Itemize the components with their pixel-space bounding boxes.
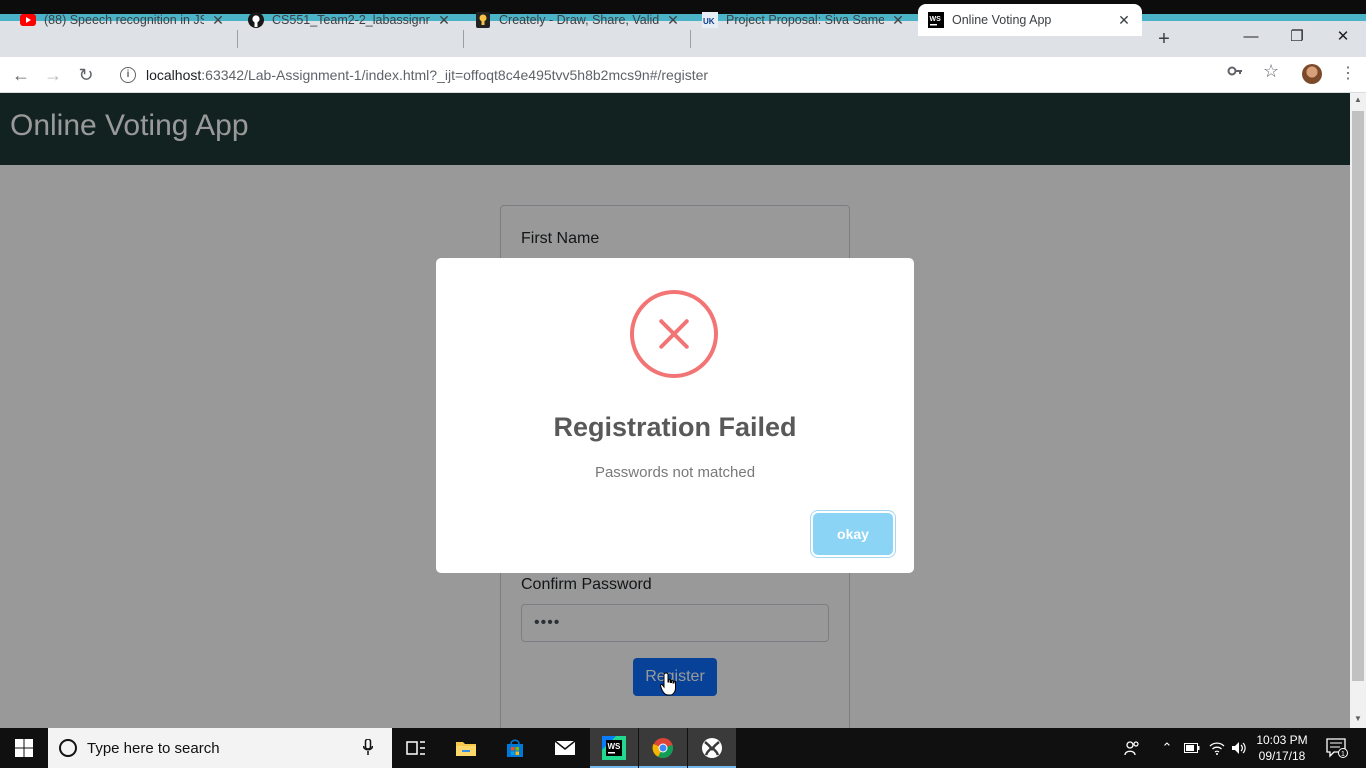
chrome-taskbar-icon[interactable] xyxy=(639,728,687,768)
tab-title: Project Proposal: Siva Sameer xyxy=(726,13,884,27)
dialog-title: Registration Failed xyxy=(553,412,797,442)
minimize-button[interactable]: — xyxy=(1228,24,1274,52)
windows-taskbar: Type here to search WS ⌃ 10:03 PM 09/17/… xyxy=(0,728,1366,768)
clock-time: 10:03 PM xyxy=(1256,733,1308,747)
tab-title: Creately - Draw, Share, Validat xyxy=(499,13,659,27)
volume-icon[interactable] xyxy=(1229,728,1249,768)
umkc-icon: UK xyxy=(702,12,718,28)
cortana-icon xyxy=(59,739,77,757)
notification-count: 1 xyxy=(1341,751,1345,758)
clock-date: 09/17/18 xyxy=(1258,749,1306,763)
scroll-down-arrow-icon[interactable]: ▼ xyxy=(1350,714,1366,726)
page-scrollbar[interactable]: ▲ ▼ xyxy=(1350,93,1366,728)
webstorm-taskbar-icon[interactable]: WS xyxy=(590,728,638,768)
notification-center-icon[interactable]: 1 xyxy=(1322,728,1352,768)
tab-close-icon[interactable]: ✕ xyxy=(210,12,226,28)
scrollbar-thumb[interactable] xyxy=(1352,111,1364,681)
tab-creately[interactable]: Creately - Draw, Share, Validat ✕ xyxy=(465,4,691,36)
site-info-icon[interactable]: i xyxy=(120,67,136,83)
tab-separator xyxy=(463,30,464,48)
menu-kebab-icon[interactable]: ⋮ xyxy=(1340,63,1356,83)
tab-title: CS551_Team2-2_labassignmen xyxy=(272,13,430,27)
svg-text:UK: UK xyxy=(703,17,715,26)
browser-toolbar: ← → ↻ i localhost:63342/Lab-Assignment-1… xyxy=(0,57,1366,93)
reload-icon[interactable]: ↻ xyxy=(73,62,99,88)
new-tab-button[interactable]: + xyxy=(1152,28,1176,52)
tab-project-proposal[interactable]: UK Project Proposal: Siva Sameer ✕ xyxy=(692,4,916,36)
tab-github[interactable]: CS551_Team2-2_labassignmen ✕ xyxy=(238,4,462,36)
tab-close-icon[interactable]: ✕ xyxy=(665,12,681,28)
tab-close-icon[interactable]: ✕ xyxy=(436,12,452,28)
chevron-up-icon[interactable]: ⌃ xyxy=(1158,728,1176,768)
close-window-button[interactable]: ✕ xyxy=(1320,24,1366,52)
taskbar-clock[interactable]: 10:03 PM 09/17/18 xyxy=(1252,732,1312,764)
error-dialog: Registration Failed Passwords not matche… xyxy=(436,258,914,573)
creately-icon xyxy=(475,12,491,28)
wifi-icon[interactable] xyxy=(1207,728,1227,768)
scroll-up-arrow-icon[interactable]: ▲ xyxy=(1350,95,1366,107)
svg-text:WS: WS xyxy=(930,16,942,23)
restore-button[interactable]: ❐ xyxy=(1274,24,1320,52)
hand-cursor-icon xyxy=(660,672,676,696)
youtube-icon xyxy=(20,12,36,28)
tab-separator xyxy=(690,30,691,48)
search-placeholder: Type here to search xyxy=(87,739,220,757)
task-view-icon[interactable] xyxy=(392,728,440,768)
tab-close-icon[interactable]: ✕ xyxy=(1116,12,1132,28)
microphone-icon[interactable] xyxy=(358,737,378,758)
key-icon[interactable] xyxy=(1227,63,1243,84)
people-icon[interactable] xyxy=(1120,728,1144,768)
webstorm-icon: WS xyxy=(928,12,944,28)
profile-avatar[interactable] xyxy=(1302,64,1322,84)
battery-icon[interactable] xyxy=(1182,728,1202,768)
taskbar-search-box[interactable]: Type here to search xyxy=(48,728,392,768)
github-icon xyxy=(248,12,264,28)
store-icon[interactable] xyxy=(491,728,539,768)
tab-speech-recognition[interactable]: (88) Speech recognition in JS | ✕ xyxy=(10,4,236,36)
address-bar[interactable]: i localhost:63342/Lab-Assignment-1/index… xyxy=(110,60,1290,90)
error-x-icon xyxy=(630,290,718,378)
okay-button[interactable]: okay xyxy=(813,513,893,555)
tab-title: Online Voting App xyxy=(952,13,1052,27)
svg-text:WS: WS xyxy=(608,742,622,751)
dialog-message: Passwords not matched xyxy=(594,464,756,481)
url-path: :63342/Lab-Assignment-1/index.html?_ijt=… xyxy=(201,67,709,83)
page-content: Online Voting App First Name Confirm Pas… xyxy=(0,93,1350,728)
xbox-icon[interactable] xyxy=(688,728,736,768)
mail-icon[interactable] xyxy=(541,728,589,768)
tab-online-voting-app[interactable]: WS Online Voting App ✕ xyxy=(918,4,1142,36)
file-explorer-icon[interactable] xyxy=(442,728,490,768)
back-arrow-icon[interactable]: ← xyxy=(8,62,34,88)
tab-close-icon[interactable]: ✕ xyxy=(890,12,906,28)
bookmark-star-icon[interactable]: ☆ xyxy=(1263,61,1279,82)
forward-arrow-icon[interactable]: → xyxy=(40,62,66,88)
windows-start-icon[interactable] xyxy=(0,728,48,768)
tab-title: (88) Speech recognition in JS | xyxy=(44,13,204,27)
url-host: localhost xyxy=(146,67,202,83)
